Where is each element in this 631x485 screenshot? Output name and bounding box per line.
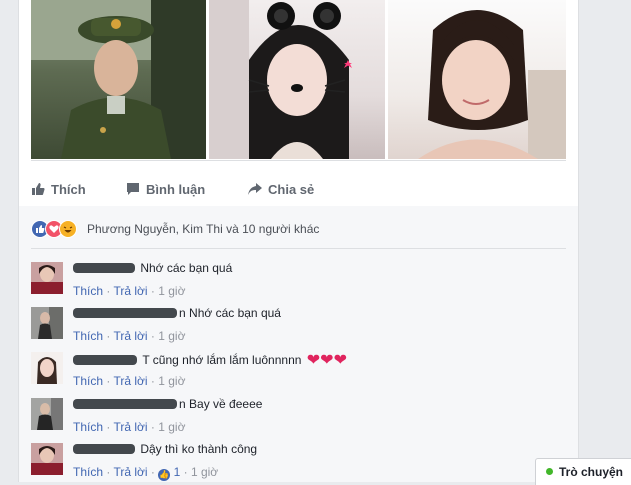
comment-reply-link[interactable]: Trả lời — [113, 465, 147, 479]
avatar[interactable] — [31, 352, 63, 384]
photo-girl-bangs-image — [418, 10, 566, 159]
heart-emoji-icon: ❤❤❤ — [306, 352, 347, 369]
comment-item: n Nhớ các bạn quá Thích · Trả lời · 1 gi… — [31, 305, 566, 349]
comment-reply-link[interactable]: Trả lời — [113, 374, 147, 388]
commenter-name-redacted[interactable] — [73, 398, 177, 409]
comment-text: Nhớ các bạn quá — [140, 260, 233, 275]
thumbs-up-icon — [32, 183, 45, 195]
avatar[interactable] — [31, 307, 63, 339]
comment-like-link[interactable]: Thích — [73, 420, 103, 434]
comments-divider — [31, 248, 566, 249]
avatar[interactable] — [31, 398, 63, 430]
comment-text: Dậy thì ko thành công — [140, 441, 258, 456]
comment-timestamp[interactable]: 1 giờ — [158, 420, 185, 434]
share-button[interactable]: Chia sẻ — [248, 181, 314, 199]
comment-timestamp[interactable]: 1 giờ — [191, 465, 218, 479]
comment-item: T cũng nhớ lắm lắm luônnnnn ❤❤❤ Thích · … — [31, 350, 566, 394]
photo-girl-bear-filter[interactable] — [209, 0, 385, 159]
photo-soldier-image — [31, 0, 206, 159]
comment-timestamp[interactable]: 1 giờ — [158, 284, 185, 298]
post-card: Thích Bình luận Chia sẻ Phương Nguyễn, K… — [18, 0, 579, 482]
commenter-name-redacted[interactable] — [73, 443, 135, 454]
comment-reply-link[interactable]: Trả lời — [113, 284, 147, 298]
comment-button-label: Bình luận — [146, 182, 206, 197]
commenter-name-redacted[interactable] — [73, 307, 177, 318]
photo-girl-bear-filter-image — [209, 0, 352, 159]
haha-reaction-icon — [59, 220, 77, 238]
commenter-name-redacted[interactable] — [73, 262, 135, 273]
share-button-label: Chia sẻ — [268, 182, 315, 197]
comment-text: Nhớ các bạn quá — [189, 305, 281, 320]
chat-tab-label: Trò chuyện — [559, 465, 624, 479]
post-photos — [31, 0, 566, 161]
comment-item: n Bay về đeeee Thích · Trả lời · 1 giờ — [31, 396, 566, 440]
comment-like-link[interactable]: Thích — [73, 329, 103, 343]
reactions-names[interactable]: Phương Nguyễn, Kim Thi và 10 người khác — [87, 220, 319, 238]
photo-soldier[interactable] — [31, 0, 206, 159]
post-action-bar: Thích Bình luận Chia sẻ — [31, 175, 566, 205]
share-arrow-icon — [248, 183, 262, 195]
comment-text: T cũng nhớ lắm lắm luônnnnn — [142, 353, 302, 367]
comment-button[interactable]: Bình luận — [126, 181, 205, 199]
online-status-icon — [546, 468, 553, 475]
comment-reply-link[interactable]: Trả lời — [113, 329, 147, 343]
comment-timestamp[interactable]: 1 giờ — [158, 329, 185, 343]
comment-like-link[interactable]: Thích — [73, 374, 103, 388]
comment-item: Nhớ các bạn quá Thích · Trả lời · 1 giờ — [31, 260, 566, 304]
like-count-icon: 👍 — [158, 469, 171, 481]
comment-like-count[interactable]: 1 — [174, 465, 181, 479]
comment-reply-link[interactable]: Trả lời — [113, 420, 147, 434]
commenter-name-suffix[interactable]: n — [179, 306, 186, 320]
commenter-name-redacted[interactable] — [73, 355, 137, 365]
chat-tab[interactable]: Trò chuyện — [535, 458, 631, 485]
photo-girl-bangs[interactable] — [388, 0, 566, 159]
comment-item: Dậy thì ko thành công Thích · Trả lời · … — [31, 441, 566, 485]
comment-like-link[interactable]: Thích — [73, 465, 103, 479]
avatar[interactable] — [31, 262, 63, 294]
comment-like-link[interactable]: Thích — [73, 284, 103, 298]
speech-bubble-icon — [127, 183, 139, 195]
comment-timestamp[interactable]: 1 giờ — [158, 374, 185, 388]
like-button[interactable]: Thích — [31, 181, 86, 199]
avatar[interactable] — [31, 443, 63, 475]
like-button-label: Thích — [51, 182, 86, 197]
commenter-name-suffix[interactable]: n — [179, 397, 186, 411]
comment-text: Bay về đeeee — [189, 396, 263, 411]
